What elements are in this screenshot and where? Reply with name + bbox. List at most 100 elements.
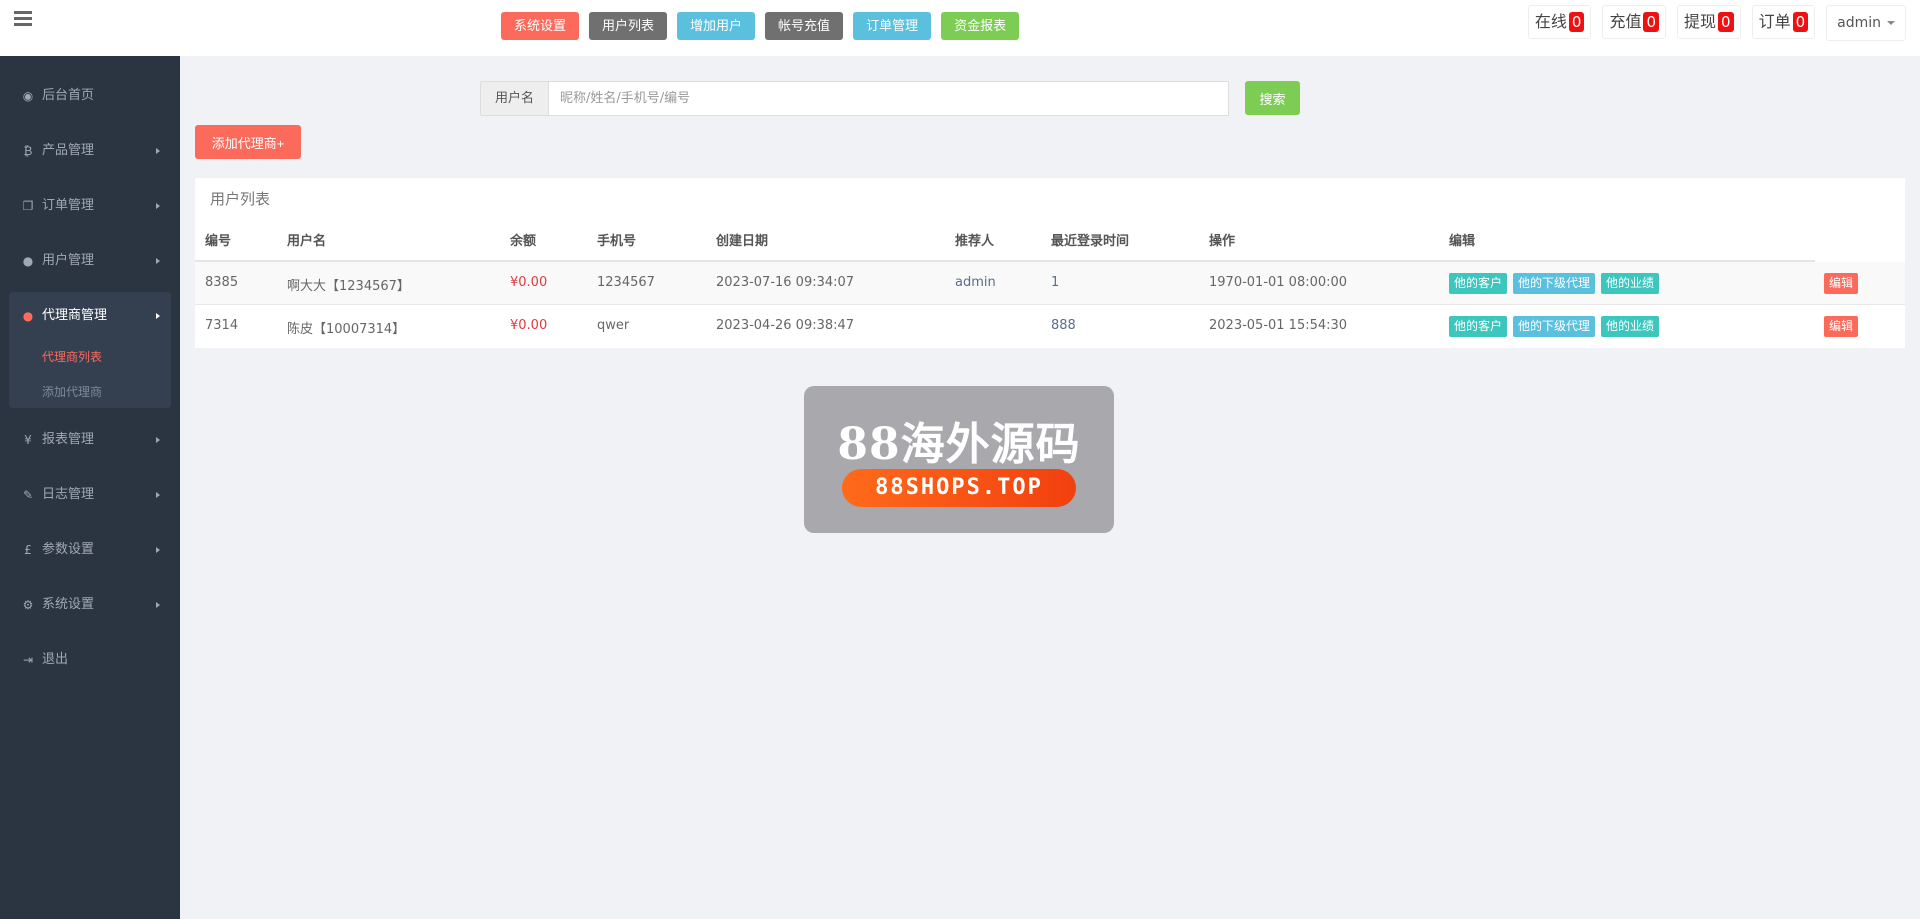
sidebar-item-users[interactable]: ● 用户管理 <box>0 243 180 279</box>
quicknav-system-settings-button[interactable]: 系统设置 <box>501 12 580 40</box>
sidebar-item-logs[interactable]: ✎ 日志管理 <box>0 477 180 513</box>
sidebar-item-label: 后台首页 <box>42 88 95 103</box>
chevron-right-icon <box>156 203 160 209</box>
sidebar-item-label: 日志管理 <box>42 487 95 502</box>
stat-withdraw[interactable]: 提现 0 <box>1677 5 1741 39</box>
sidebar: ◉ 后台首页 ₿ 产品管理 ❐ 订单管理 ● 用户管理 ● 代理商管理 代理商列表 添加代… <box>0 56 180 919</box>
chevron-right-icon <box>156 492 160 498</box>
his-customers-button[interactable]: 他的客户 <box>1449 316 1508 337</box>
edit-button[interactable]: 编辑 <box>1824 273 1859 294</box>
stats-bar: 在线 0 充值 0 提现 0 订单 0 admin <box>1517 5 1906 41</box>
sidebar-item-label: 代理商管理 <box>42 308 108 323</box>
stat-count-badge: 0 <box>1643 12 1659 32</box>
cell-id: 7314 <box>205 318 239 333</box>
cell-created: 2023-04-26 09:38:47 <box>716 318 855 333</box>
sidebar-item-label: 用户管理 <box>42 253 95 268</box>
table-row: 7314 陈皮【10007314】 ¥0.00 qwer 2023-04-26 … <box>195 305 1905 348</box>
panel-title: 用户列表 <box>210 190 271 208</box>
quicknav-user-list-button[interactable]: 用户列表 <box>589 12 668 40</box>
sidebar-item-products[interactable]: ₿ 产品管理 <box>0 133 180 169</box>
table-row: 8385 啊大大【1234567】 ¥0.00 1234567 2023-07-… <box>195 262 1905 305</box>
sidebar-item-dashboard[interactable]: ◉ 后台首页 <box>0 78 180 114</box>
add-agent-button[interactable]: 添加代理商+ <box>195 125 301 159</box>
edit-button[interactable]: 编辑 <box>1824 316 1859 337</box>
chevron-right-icon <box>156 313 160 319</box>
his-performance-button[interactable]: 他的业绩 <box>1601 273 1660 294</box>
his-sub-agents-button[interactable]: 他的下级代理 <box>1513 273 1596 294</box>
column-header-operation: 操作 <box>1209 234 1236 249</box>
chevron-right-icon <box>156 602 160 608</box>
cell-operation: 2023-05-01 15:54:30 <box>1209 318 1348 333</box>
sidebar-item-label: 报表管理 <box>42 432 95 447</box>
stat-online[interactable]: 在线 0 <box>1527 5 1592 39</box>
sidebar-subitem-agent-list[interactable]: 代理商列表 <box>42 348 102 365</box>
sidebar-item-label: 订单管理 <box>42 198 95 213</box>
cell-last-login[interactable]: 1 <box>1051 275 1059 290</box>
admin-username: admin <box>1837 15 1881 31</box>
sidebar-item-agents[interactable]: ● 代理商管理 <box>0 298 180 334</box>
stat-label: 订单 <box>1758 12 1791 31</box>
sidebar-item-parameters[interactable]: £ 参数设置 <box>0 532 180 568</box>
copy-icon: ❐ <box>22 199 34 213</box>
bitcoin-icon: ₿ <box>23 144 33 158</box>
chevron-right-icon <box>156 437 160 443</box>
sidebar-item-label: 系统设置 <box>42 597 95 612</box>
sidebar-item-orders[interactable]: ❐ 订单管理 <box>0 188 180 224</box>
cell-balance: ¥0.00 <box>510 275 548 290</box>
watermark-logo: 88海外源码 88SHOPS.TOP <box>804 386 1114 533</box>
stat-count-badge: 0 <box>1718 12 1734 32</box>
search-button[interactable]: 搜索 <box>1245 81 1300 115</box>
quick-nav: 系统设置 用户列表 增加用户 帐号充值 订单管理 资金报表 <box>501 12 1029 40</box>
cell-referrer[interactable]: admin <box>955 275 996 290</box>
sidebar-item-reports[interactable]: ¥ 报表管理 <box>0 422 180 458</box>
watermark-url: 88SHOPS.TOP <box>842 469 1076 507</box>
chevron-right-icon <box>156 148 160 154</box>
gears-icon: ⚙ <box>22 598 34 612</box>
sidebar-item-label: 退出 <box>42 652 69 667</box>
cell-operation: 1970-01-01 08:00:00 <box>1209 275 1348 290</box>
stat-orders[interactable]: 订单 0 <box>1751 5 1816 39</box>
user-list-panel: 用户列表 编号 用户名 余额 手机号 创建日期 推荐人 最近登录时间 操作 编辑… <box>195 178 1905 348</box>
chevron-right-icon <box>156 547 160 553</box>
his-performance-button[interactable]: 他的业绩 <box>1601 316 1660 337</box>
cell-last-login[interactable]: 888 <box>1051 318 1076 333</box>
menu-toggle-icon[interactable] <box>14 11 32 27</box>
search-input[interactable] <box>548 81 1229 116</box>
users-icon: ● <box>22 309 34 323</box>
user-icon: ● <box>22 254 34 268</box>
column-header-username: 用户名 <box>287 234 327 249</box>
stat-count-badge: 0 <box>1568 12 1585 32</box>
caret-down-icon <box>1887 21 1895 25</box>
quicknav-fund-report-button[interactable]: 资金报表 <box>941 12 1020 40</box>
sidebar-item-logout[interactable]: ⇥ 退出 <box>0 642 180 678</box>
stat-label: 充值 <box>1609 12 1642 31</box>
pound-icon: £ <box>24 543 32 557</box>
quicknav-order-management-button[interactable]: 订单管理 <box>853 12 932 40</box>
quicknav-account-recharge-button[interactable]: 帐号充值 <box>765 12 844 40</box>
column-header-balance: 余额 <box>510 234 537 249</box>
sidebar-item-label: 产品管理 <box>42 143 95 158</box>
cell-id: 8385 <box>205 275 239 290</box>
watermark-title: 88海外源码 <box>837 419 1081 470</box>
search-field-label: 用户名 <box>480 81 548 116</box>
column-header-created: 创建日期 <box>716 234 769 249</box>
column-header-referrer: 推荐人 <box>955 234 995 249</box>
admin-user-menu[interactable]: admin <box>1826 5 1906 41</box>
cell-username: 啊大大【1234567】 <box>287 279 410 294</box>
cell-phone: qwer <box>597 318 630 333</box>
quicknav-add-user-button[interactable]: 增加用户 <box>677 12 756 40</box>
dashboard-icon: ◉ <box>22 89 34 103</box>
column-header-phone: 手机号 <box>597 234 637 249</box>
cell-balance: ¥0.00 <box>510 318 548 333</box>
sidebar-item-system-settings[interactable]: ⚙ 系统设置 <box>0 587 180 623</box>
stat-recharge[interactable]: 充值 0 <box>1602 5 1666 39</box>
stat-label: 提现 <box>1684 12 1717 31</box>
yen-icon: ¥ <box>24 433 32 447</box>
his-sub-agents-button[interactable]: 他的下级代理 <box>1513 316 1596 337</box>
cell-username: 陈皮【10007314】 <box>287 322 406 337</box>
sidebar-subitem-add-agent[interactable]: 添加代理商 <box>42 383 102 400</box>
stat-label: 在线 <box>1534 12 1567 31</box>
his-customers-button[interactable]: 他的客户 <box>1449 273 1508 294</box>
column-header-id: 编号 <box>205 234 232 249</box>
chevron-right-icon <box>156 258 160 264</box>
